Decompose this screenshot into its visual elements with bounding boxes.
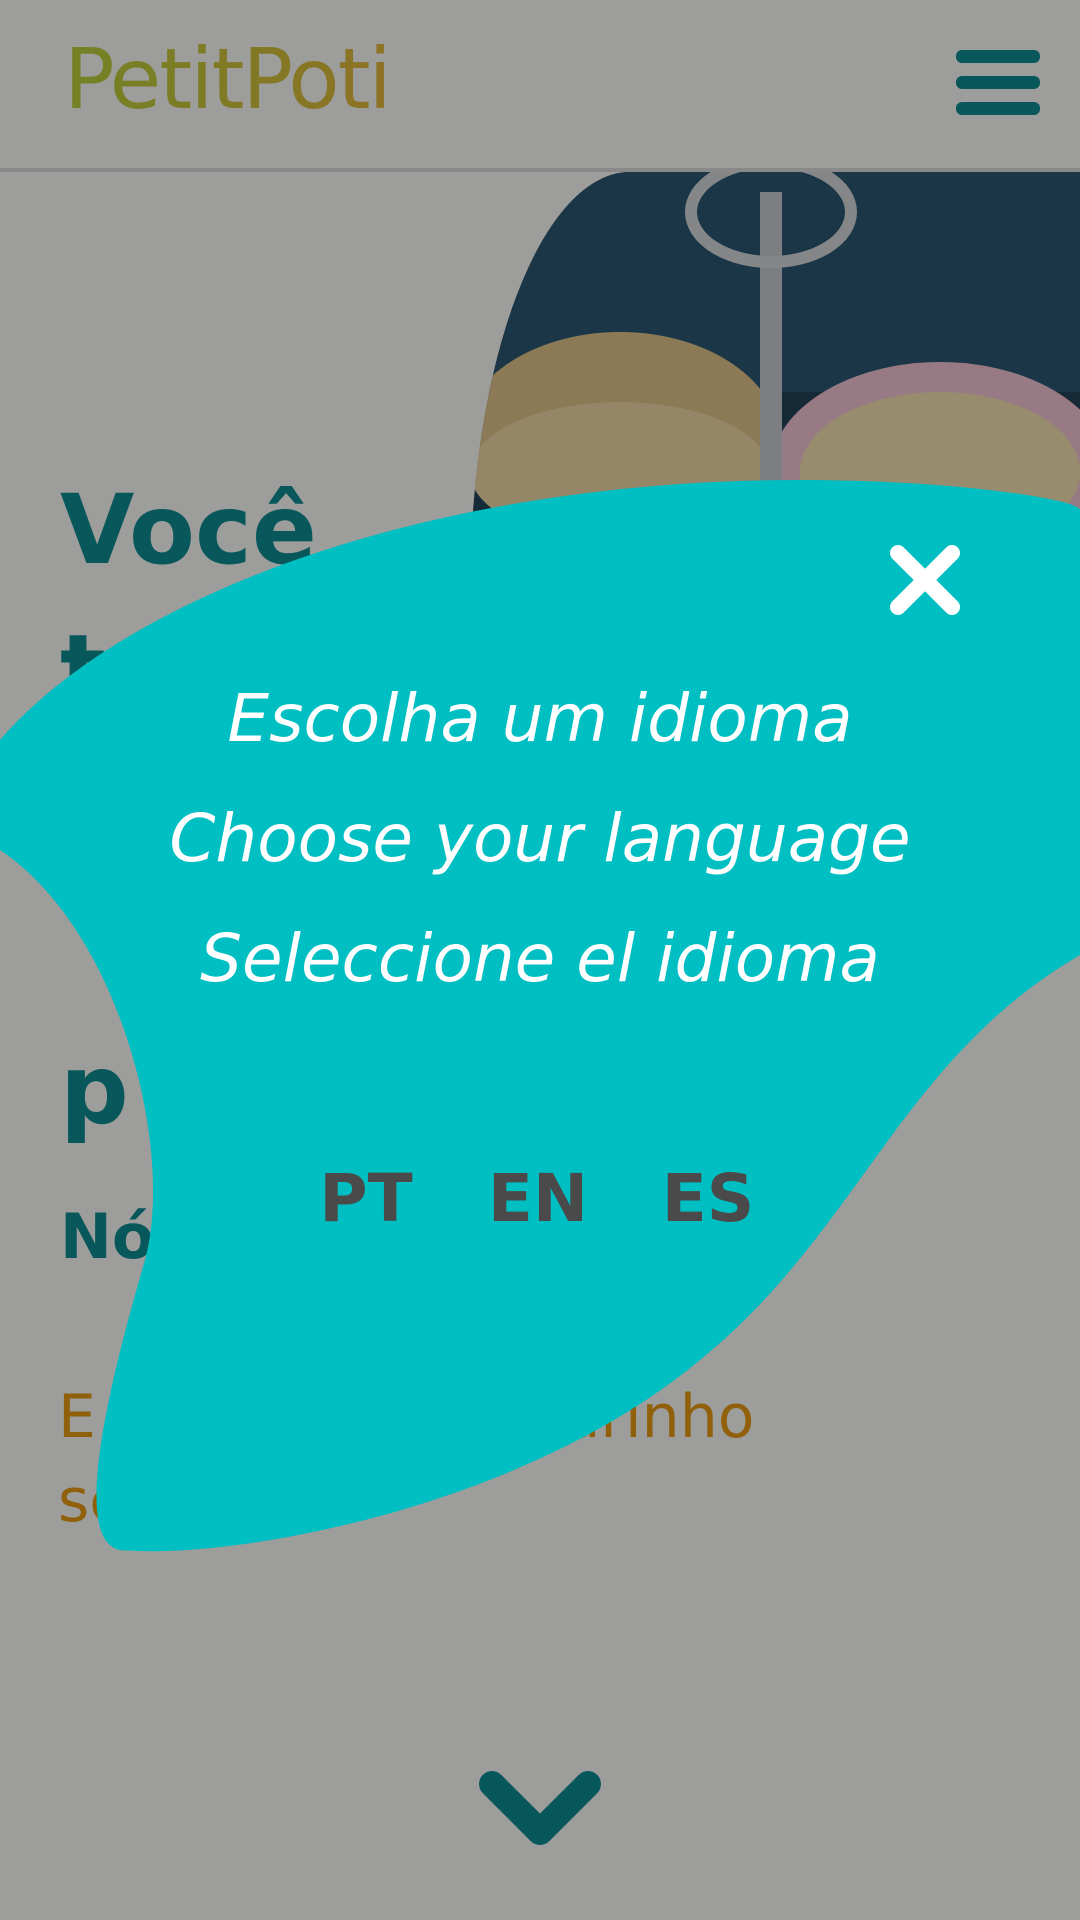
modal-title-pt: Escolha um idioma: [227, 680, 853, 757]
modal-title-es: Seleccione el idioma: [200, 920, 880, 997]
language-option-es[interactable]: ES: [638, 1160, 778, 1237]
language-option-en[interactable]: EN: [468, 1160, 608, 1237]
close-icon[interactable]: [880, 535, 970, 625]
language-option-pt[interactable]: PT: [296, 1160, 436, 1237]
modal-title-en: Choose your language: [169, 800, 911, 877]
